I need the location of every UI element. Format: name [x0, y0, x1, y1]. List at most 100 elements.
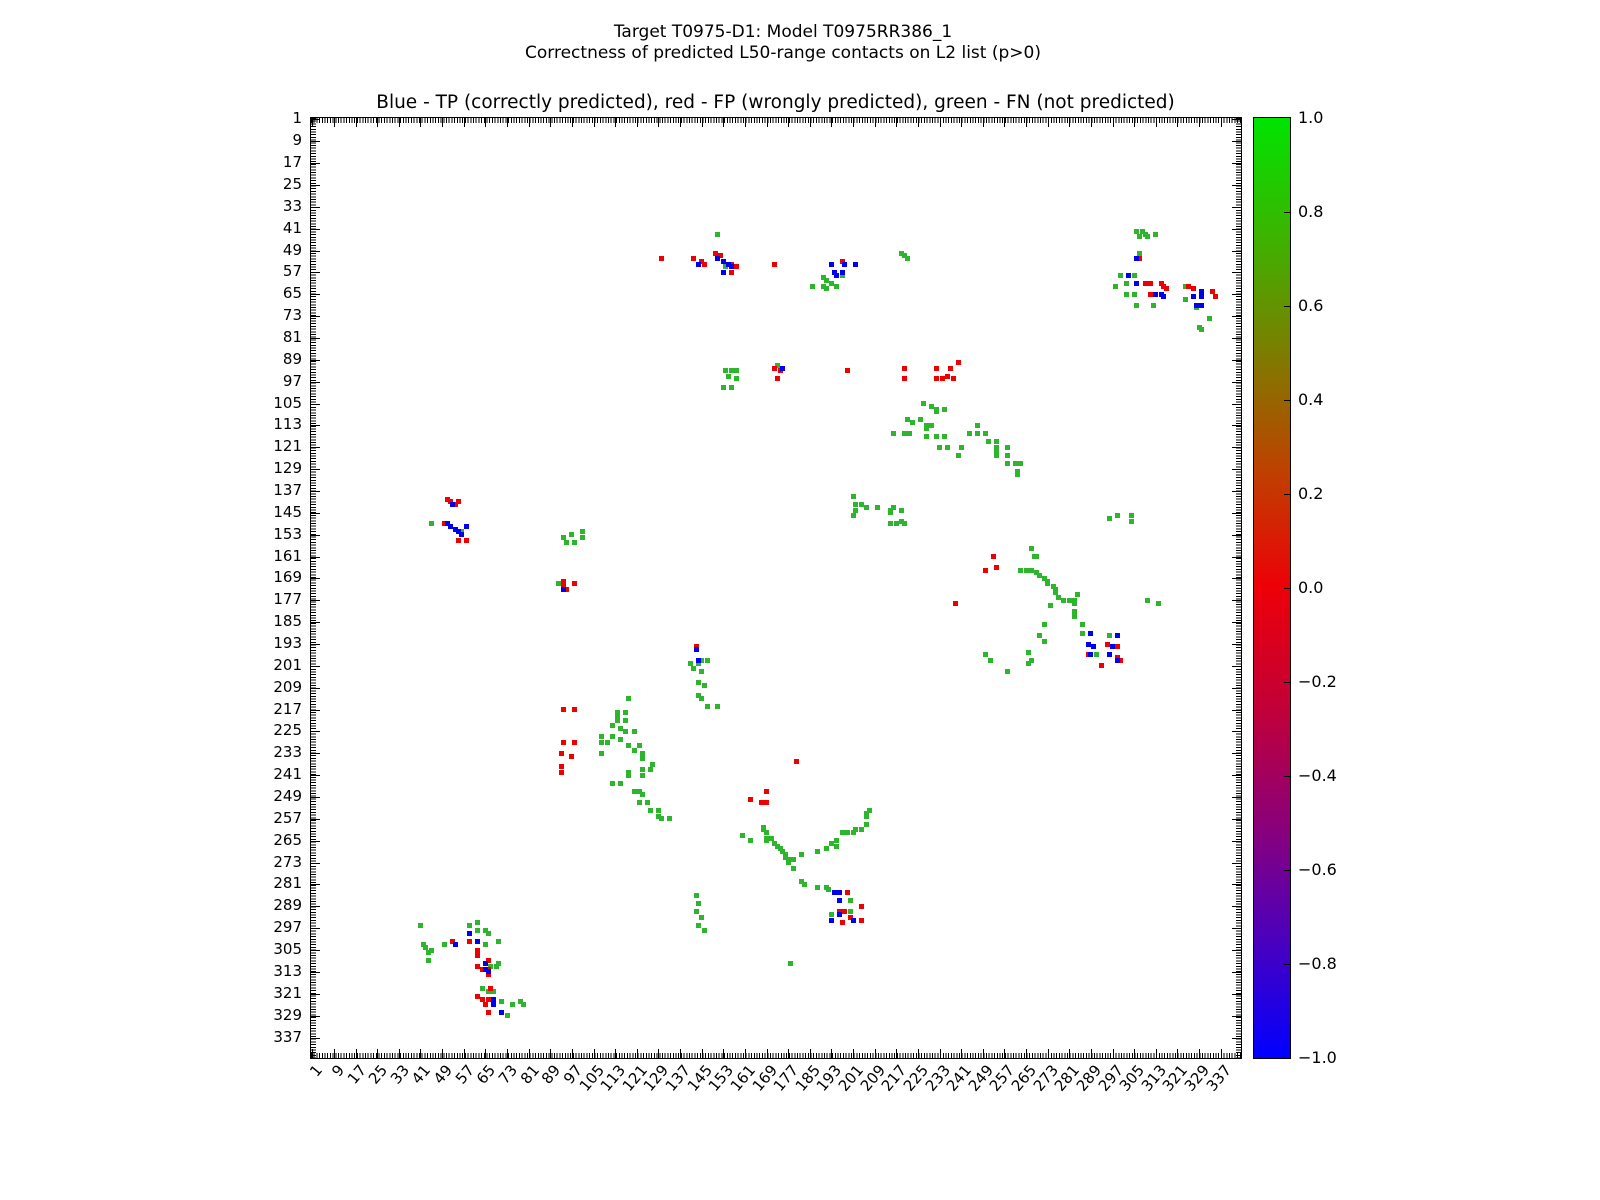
contact-point-fp [764, 789, 769, 794]
contact-point-fp [772, 262, 777, 267]
contact-point-fn [910, 420, 915, 425]
contact-point-fn [475, 920, 480, 925]
y-major-tick [311, 272, 320, 273]
contact-point-tp [1088, 631, 1093, 636]
y-major-tick [1232, 1016, 1241, 1017]
x-major-tick [1069, 118, 1070, 127]
x-major-tick [1091, 1049, 1092, 1058]
y-tick-label: 193 [252, 634, 302, 652]
contact-point-fp [691, 256, 696, 261]
contact-point-fp [734, 264, 739, 269]
y-major-tick [1232, 666, 1241, 667]
y-major-tick [1232, 906, 1241, 907]
contact-point-fn [859, 827, 864, 832]
contact-point-fn [656, 808, 661, 813]
y-major-tick [1232, 272, 1241, 273]
x-major-tick [572, 1049, 573, 1058]
contact-point-fn [691, 666, 696, 671]
contact-point-fp [840, 920, 845, 925]
x-major-tick [1199, 1049, 1200, 1058]
contact-point-fn [556, 581, 561, 586]
y-major-tick [1232, 360, 1241, 361]
y-major-tick [311, 469, 320, 470]
contact-point-fp [488, 986, 493, 991]
contact-point-fp [948, 366, 953, 371]
contact-point-fp [1186, 284, 1191, 289]
contact-point-fp [561, 579, 566, 584]
x-major-tick [615, 118, 616, 127]
contact-point-fn [918, 417, 923, 422]
contact-point-fp [759, 800, 764, 805]
y-tick-label: 97 [252, 372, 302, 390]
x-major-tick [983, 1049, 984, 1058]
x-major-tick [420, 1049, 421, 1058]
y-tick-label: 105 [252, 394, 302, 412]
x-major-tick [1221, 118, 1222, 127]
contact-point-fp [475, 953, 480, 958]
x-major-tick [637, 1049, 638, 1058]
contact-point-fp [713, 251, 718, 256]
contact-point-fn [1045, 581, 1050, 586]
y-major-tick [1232, 731, 1241, 732]
contact-point-fn [705, 704, 710, 709]
contact-point-fp [859, 918, 864, 923]
contact-point-tp [1134, 256, 1139, 261]
contact-point-fn [1005, 461, 1010, 466]
contact-point-fn [888, 510, 893, 515]
colorbar [1253, 117, 1291, 1059]
contact-point-fn [694, 893, 699, 898]
contact-point-tp [834, 273, 839, 278]
x-major-tick [896, 1049, 897, 1058]
y-tick-label: 289 [252, 896, 302, 914]
x-major-tick [1048, 1049, 1049, 1058]
y-tick-label: 113 [252, 415, 302, 433]
contact-point-tp [475, 939, 480, 944]
x-major-tick [723, 118, 724, 127]
contact-point-fp [486, 997, 491, 1002]
contact-point-fn [994, 453, 999, 458]
contact-point-fn [580, 529, 585, 534]
y-major-tick [311, 185, 320, 186]
contact-point-fp [1148, 281, 1153, 286]
contact-point-fp [945, 374, 950, 379]
y-major-tick [1232, 797, 1241, 798]
x-major-tick [745, 1049, 746, 1058]
contact-point-fn [1151, 303, 1156, 308]
contact-point-fp [572, 740, 577, 745]
contact-point-fn [688, 661, 693, 666]
contact-point-fn [699, 915, 704, 920]
contact-point-tp [467, 931, 472, 936]
y-major-tick [1232, 994, 1241, 995]
x-major-tick [550, 118, 551, 127]
contact-point-fn [791, 866, 796, 871]
contact-point-tp [491, 1002, 496, 1007]
x-major-tick [399, 1049, 400, 1058]
contact-point-fn [1134, 303, 1139, 308]
contact-point-tp [715, 256, 720, 261]
x-major-tick [1091, 118, 1092, 127]
y-minor-ticks-right [1236, 118, 1241, 1058]
contact-point-tp [464, 524, 469, 529]
contact-point-tp [459, 532, 464, 537]
contact-point-fn [561, 535, 566, 540]
y-major-tick [1232, 710, 1241, 711]
contact-point-fn [729, 385, 734, 390]
contact-point-fn [1075, 592, 1080, 597]
y-major-tick [311, 360, 320, 361]
contact-point-fn [840, 830, 845, 835]
x-major-tick [658, 1049, 659, 1058]
y-major-tick [1232, 425, 1241, 426]
y-tick-label: 273 [252, 853, 302, 871]
contact-point-fn [1053, 590, 1058, 595]
contact-point-tp [1191, 294, 1196, 299]
x-major-tick [1221, 1049, 1222, 1058]
contact-point-fp [1148, 292, 1153, 297]
contact-point-fp [475, 948, 480, 953]
y-tick-label: 89 [252, 350, 302, 368]
contact-point-fp [1143, 281, 1148, 286]
contact-point-fn [1013, 461, 1018, 466]
y-major-tick [1232, 863, 1241, 864]
contact-point-fn [723, 368, 728, 373]
contact-point-fn [667, 816, 672, 821]
contact-point-fn [740, 833, 745, 838]
